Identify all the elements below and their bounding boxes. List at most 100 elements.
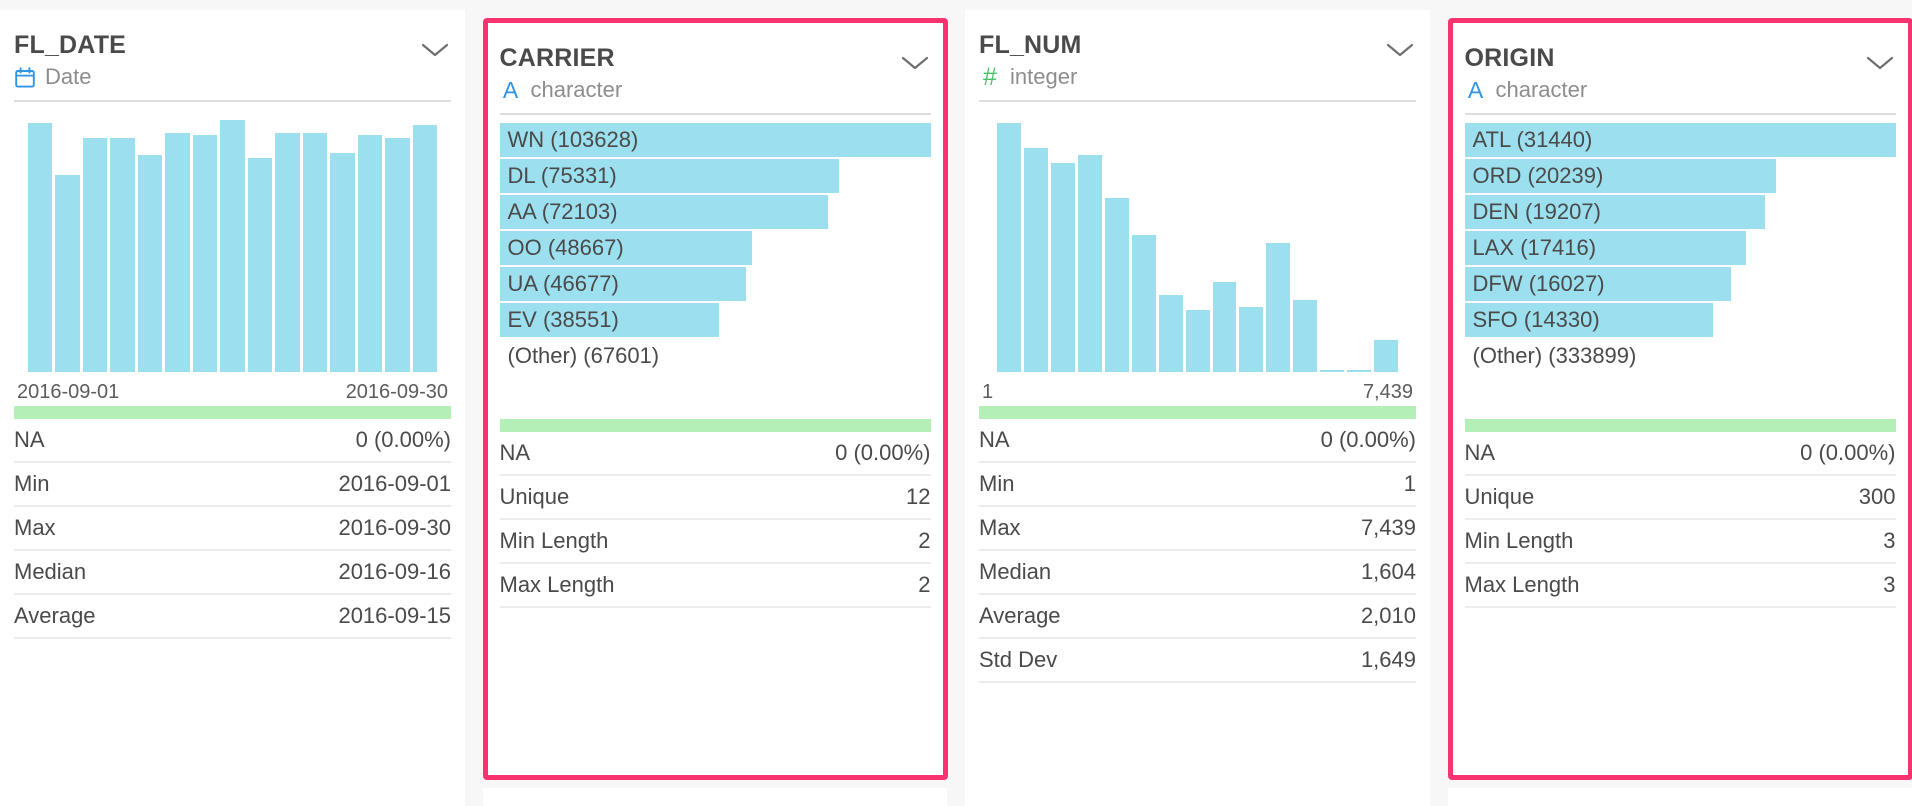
histogram-bar [55,175,80,373]
category-label: AA (72103) [507,199,618,225]
axis-labels: 1 7,439 [979,381,1416,404]
category-row[interactable]: ATL (31440) [1464,123,1896,159]
stats-value: 2016-09-16 [338,559,451,585]
stats-key: Max [979,515,1021,541]
histogram-bar [1293,299,1318,373]
stats-row: Min 2016-09-01 [14,463,451,508]
column-card-origin[interactable]: ORIGIN Acharacter ATL (31440) ORD (20239) DE… [1447,18,1912,780]
column-header: ORIGIN Acharacter [1464,23,1896,116]
category-label: DFW (16027) [1472,271,1605,297]
column-name: CARRIER [499,44,615,72]
stats-value: 1,604 [1360,559,1416,585]
next-row-card[interactable] [1447,788,1912,806]
column-card-fl_date[interactable]: FL_DATE Date 2016-09-01 2016-09-30 NA 0 (0.00… [0,10,465,790]
stats-value: 7,439 [1360,515,1416,541]
histogram-bar [247,157,273,373]
stats-key: Max [14,515,56,541]
stats-key: Average [979,603,1061,629]
column-card-carrier[interactable]: CARRIER Acharacter WN (103628) DL (75331) AA… [482,18,948,780]
histogram-bar [1104,197,1129,373]
stats-key: Max Length [499,572,615,598]
column-card-body: ORIGIN Acharacter ATL (31440) ORD (20239) DE… [1453,23,1908,775]
column-type-row: Date [14,64,451,90]
category-bar-list: WN (103628) DL (75331) AA (72103) OO (48667… [499,123,931,375]
category-row[interactable]: AA (72103) [499,195,931,231]
chevron-down-icon[interactable] [1866,55,1894,71]
column-distribution-plot: 1 7,439 [979,102,1416,404]
axis-max-label: 2016-09-30 [345,381,448,404]
column-card-body: FL_NUM # integer 1 7,439 NA 0 (0.00%) Min 1 Max 7,… [965,10,1430,790]
axis-min-label: 2016-09-01 [17,381,120,404]
stats-row: Unique 12 [499,476,931,521]
histogram-bar [385,137,410,373]
column-type-label: integer [1010,64,1078,90]
stats-key: Median [14,559,87,585]
histogram-bar [192,135,218,373]
histogram-bar [82,137,108,373]
category-row[interactable]: SFO (14330) [1464,303,1896,339]
category-row[interactable]: EV (38551) [499,303,931,339]
completeness-bar [1464,419,1896,433]
column-type-row: Acharacter [1465,77,1896,103]
histogram-bar [137,155,163,373]
stats-row: Max 2016-09-30 [14,507,451,552]
next-row-card[interactable] [482,788,947,806]
category-row[interactable]: DEN (19207) [1464,195,1896,231]
histogram-bar [1185,309,1210,373]
next-row-card[interactable] [0,788,465,806]
column-card-slot: CARRIER Acharacter WN (103628) DL (75331) AA… [482,10,948,806]
category-row[interactable]: (Other) (67601) [500,339,931,375]
stats-value: 2 [918,572,931,598]
chevron-down-icon[interactable] [421,42,449,58]
histogram [28,110,438,373]
column-type-label: character [1495,77,1588,103]
stats-value: 2 [918,528,931,554]
stats-value: 1 [1403,471,1416,497]
column-distribution-plot: 2016-09-01 2016-09-30 [14,102,451,404]
column-card-body: FL_DATE Date 2016-09-01 2016-09-30 NA 0 (0.00… [0,10,465,790]
stats-value: 3 [1883,528,1896,554]
completeness-bar [979,406,1416,420]
stats-row: NA 0 (0.00%) [499,432,931,477]
stats-value: 0 (0.00%) [1800,440,1896,466]
stats-table: NA 0 (0.00%) Min 2016-09-01 Max 2016-09-30 Med… [14,419,451,640]
column-type-label: Date [45,64,92,90]
category-row[interactable]: OO (48667) [499,231,931,267]
column-header: FL_DATE Date [14,10,451,103]
hash-icon: # [983,62,997,91]
category-label: DL (75331) [507,163,617,189]
category-label: ORD (20239) [1472,163,1604,189]
histogram-bar [1347,369,1372,373]
stats-key: Min Length [1464,528,1574,554]
chevron-down-icon[interactable] [901,55,929,71]
stats-key: Min [14,471,50,497]
category-label: WN (103628) [507,127,639,153]
category-label: UA (46677) [507,271,619,297]
column-card-slot: FL_NUM # integer 1 7,439 NA 0 (0.00%) Min 1 Max 7,… [965,10,1430,806]
histogram-bar [110,137,135,373]
column-distribution-plot: ATL (31440) ORD (20239) DEN (19207) LAX (17… [1464,115,1896,417]
column-card-body: CARRIER Acharacter WN (103628) DL (75331) AA… [488,23,943,775]
stats-row: NA 0 (0.00%) [1464,432,1896,477]
category-row[interactable]: ORD (20239) [1464,159,1896,195]
next-row-card[interactable] [965,788,1430,806]
category-row[interactable]: DFW (16027) [1464,267,1896,303]
category-row[interactable]: DL (75331) [499,159,931,195]
stats-table: NA 0 (0.00%) Unique 12 Min Length 2 Max Length… [499,432,931,609]
histogram-bar [220,120,245,373]
chevron-down-icon[interactable] [1386,42,1414,58]
histogram-bar [165,132,190,373]
stats-key: Unique [499,484,570,510]
stats-key: NA [979,427,1010,453]
category-label: LAX (17416) [1472,235,1597,261]
stats-key: NA [1464,440,1496,466]
column-card-fl_num[interactable]: FL_NUM # integer 1 7,439 NA 0 (0.00%) Min 1 Max 7,… [965,10,1430,790]
stats-value: 2016-09-15 [338,603,451,629]
category-row[interactable]: LAX (17416) [1464,231,1896,267]
category-row[interactable]: UA (46677) [499,267,931,303]
stats-key: Median [979,559,1052,585]
category-row[interactable]: (Other) (333899) [1465,339,1896,375]
category-label: (Other) (333899) [1472,343,1637,369]
category-row[interactable]: WN (103628) [499,123,931,159]
next-row-cards-strip [0,788,1912,806]
